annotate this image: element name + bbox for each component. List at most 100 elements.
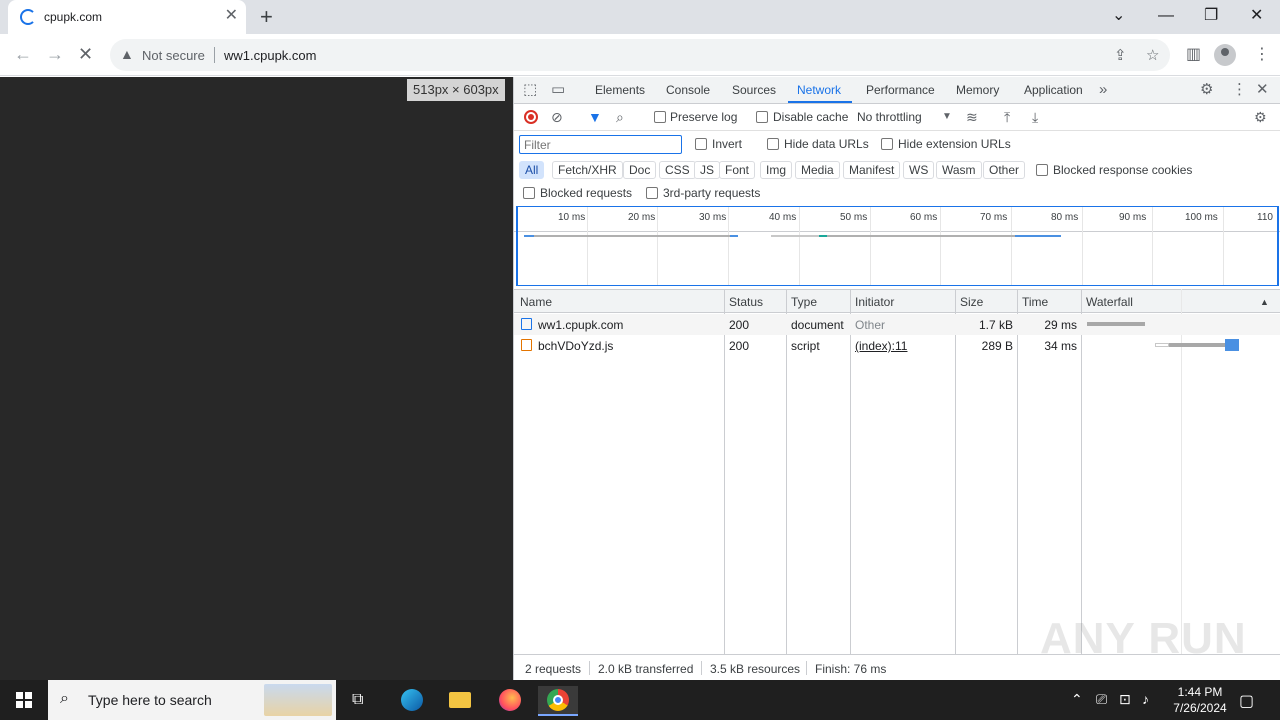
column-header-status[interactable]: Status [729, 295, 763, 309]
waterfall-bar-queue[interactable] [1155, 343, 1169, 347]
filter-chip-wasm[interactable]: Wasm [936, 161, 982, 179]
devtools-close-icon[interactable]: ✕ [1256, 81, 1269, 99]
status-separator [589, 661, 590, 675]
tab-memory[interactable]: Memory [956, 83, 999, 97]
taskbar-search-box[interactable]: ⌕ Type here to search [48, 680, 336, 720]
devtools-menu-icon[interactable]: ⋮ [1232, 81, 1247, 99]
waterfall-bar-wait[interactable] [1169, 343, 1225, 347]
windows-start-icon[interactable] [16, 692, 32, 708]
overview-bar [827, 235, 1015, 237]
tab-elements[interactable]: Elements [595, 83, 645, 97]
filter-chip-img[interactable]: Img [760, 161, 793, 179]
firefox-icon[interactable] [489, 686, 529, 716]
filter-chip-fetch-xhr[interactable]: Fetch/XHR [552, 161, 623, 179]
table-row[interactable]: bchVDoYzd.js 200 script (index):11 289 B… [514, 335, 1280, 356]
filter-chip-all[interactable]: All [519, 161, 545, 179]
device-toolbar-icon[interactable]: ▭ [551, 81, 565, 99]
column-header-size[interactable]: Size [960, 295, 983, 309]
warning-triangle-icon[interactable]: ▲ [120, 46, 134, 62]
back-arrow-icon[interactable]: ← [14, 44, 32, 64]
hide-extension-urls-checkbox[interactable] [881, 138, 893, 150]
column-header-time[interactable]: Time [1022, 295, 1048, 309]
stop-loading-icon[interactable]: ✕ [78, 44, 93, 64]
tray-device-icon[interactable]: ⎚ [1096, 691, 1107, 708]
share-icon[interactable]: ⇪ [1114, 46, 1127, 64]
edge-browser-icon[interactable] [391, 686, 431, 716]
volume-icon[interactable]: ♪ [1142, 691, 1149, 707]
new-tab-button[interactable]: + [260, 6, 273, 28]
column-header-type[interactable]: Type [791, 295, 817, 309]
chrome-icon[interactable] [538, 686, 578, 716]
taskbar-clock[interactable]: 1:44 PM 7/26/2024 [1160, 684, 1240, 716]
record-stop-icon[interactable] [524, 110, 538, 124]
export-har-icon[interactable]: ⤓ [1032, 109, 1038, 125]
import-har-icon[interactable]: ⤒ [1004, 109, 1010, 125]
waterfall-bar[interactable] [1087, 322, 1145, 326]
dropdown-caret-icon[interactable]: ▼ [942, 109, 952, 125]
filter-chip-font[interactable]: Font [719, 161, 756, 179]
tab-application[interactable]: Application [1024, 83, 1083, 97]
waterfall-bar-download[interactable] [1225, 339, 1239, 351]
column-header-waterfall[interactable]: Waterfall [1086, 295, 1133, 309]
request-initiator-link[interactable]: (index):11 [855, 339, 907, 353]
blocked-response-cookies-checkbox[interactable] [1036, 164, 1048, 176]
more-tabs-chevron-icon[interactable]: » [1099, 81, 1107, 99]
address-bar[interactable]: ▲ Not secure ww1.cpupk.com ⇪ ☆ [110, 39, 1170, 71]
invert-checkbox[interactable] [695, 138, 707, 150]
filter-chip-ws[interactable]: WS [903, 161, 935, 179]
filter-chip-manifest[interactable]: Manifest [843, 161, 901, 179]
tab-console[interactable]: Console [666, 83, 710, 97]
tab-sources[interactable]: Sources [732, 83, 776, 97]
search-highlight-image [264, 684, 332, 716]
file-explorer-icon[interactable] [440, 686, 480, 716]
taskbar-search-placeholder[interactable]: Type here to search [88, 692, 212, 708]
filter-chip-media[interactable]: Media [795, 161, 840, 179]
network-overview-timeline[interactable]: 10 ms 20 ms 30 ms 40 ms 50 ms 60 ms 70 m… [516, 206, 1279, 286]
filter-funnel-icon[interactable]: ▼ [588, 109, 602, 125]
tray-overflow-chevron-icon[interactable]: ⌃ [1071, 691, 1083, 708]
minimize-icon[interactable]: — [1158, 6, 1174, 26]
profile-avatar[interactable] [1214, 44, 1236, 66]
disable-cache-checkbox[interactable] [756, 111, 768, 123]
network-icon[interactable]: ⊡ [1119, 691, 1131, 708]
throttling-select[interactable]: No throttling [857, 110, 922, 124]
close-icon[interactable]: ✕ [1250, 6, 1263, 26]
sort-ascending-icon[interactable]: ▲ [1260, 297, 1269, 307]
request-name[interactable]: ww1.cpupk.com [538, 318, 623, 332]
forward-arrow-icon[interactable]: → [46, 44, 64, 64]
tab-search-icon[interactable]: ⌄ [1112, 6, 1125, 26]
search-icon[interactable]: ⌕ [616, 109, 624, 125]
hide-data-urls-checkbox[interactable] [767, 138, 779, 150]
tab-network[interactable]: Network [797, 83, 841, 97]
filter-chip-doc[interactable]: Doc [623, 161, 657, 179]
side-panel-icon[interactable]: ▥ [1186, 45, 1201, 65]
filter-chip-js[interactable]: JS [694, 161, 721, 179]
filter-chip-css[interactable]: CSS [659, 161, 696, 179]
column-header-initiator[interactable]: Initiator [855, 295, 894, 309]
filter-input[interactable] [519, 135, 682, 154]
browser-tab[interactable]: cpupk.com ✕ [8, 0, 246, 34]
menu-kebab-icon[interactable]: ⋮ [1254, 45, 1270, 65]
network-conditions-icon[interactable]: ≋ [966, 109, 978, 125]
task-view-icon[interactable]: ⧉ [340, 686, 380, 716]
restore-icon[interactable]: ❐ [1204, 6, 1218, 26]
request-name[interactable]: bchVDoYzd.js [538, 339, 613, 353]
url-text[interactable]: ww1.cpupk.com [224, 48, 316, 63]
overview-bar [771, 235, 819, 237]
notification-center-icon[interactable]: ▢ [1239, 691, 1254, 711]
overview-tick-label: 50 ms [840, 212, 868, 223]
tab-close-icon[interactable]: ✕ [225, 8, 238, 24]
filter-chip-other[interactable]: Other [983, 161, 1026, 179]
settings-gear-icon[interactable]: ⚙ [1200, 81, 1213, 99]
column-header-name[interactable]: Name [520, 295, 552, 309]
table-row[interactable]: ww1.cpupk.com 200 document Other 1.7 kB … [514, 314, 1280, 335]
third-party-requests-checkbox[interactable] [646, 187, 658, 199]
blocked-requests-checkbox[interactable] [523, 187, 535, 199]
security-label[interactable]: Not secure [142, 48, 205, 63]
clear-icon[interactable]: ⊘ [551, 109, 563, 125]
tab-performance[interactable]: Performance [866, 83, 935, 97]
inspect-element-icon[interactable]: ⬚ [523, 81, 537, 99]
bookmark-star-icon[interactable]: ☆ [1146, 46, 1159, 64]
preserve-log-checkbox[interactable] [654, 111, 666, 123]
network-settings-gear-icon[interactable]: ⚙ [1254, 109, 1267, 125]
